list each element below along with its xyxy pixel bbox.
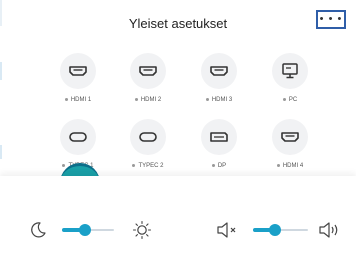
source-label: TYPEC 2	[113, 163, 183, 169]
monitor-icon	[272, 53, 308, 89]
edge-rule	[0, 62, 2, 80]
source-label: HDMI 4	[255, 163, 325, 169]
general-settings-panel: Yleiset asetukset • • • HDMI 1 HDMI 2 HD…	[0, 0, 356, 257]
source-typec-2[interactable]: TYPEC 2	[113, 119, 183, 171]
source-hdmi-3[interactable]: HDMI 3	[184, 53, 254, 105]
edge-rule	[0, 145, 2, 159]
hdmi-icon	[272, 119, 308, 155]
volume-slider[interactable]	[253, 224, 308, 236]
speaker-mute-icon[interactable]	[216, 220, 240, 240]
source-hdmi-1[interactable]: HDMI 1	[43, 53, 113, 105]
quick-controls-bar	[0, 176, 356, 257]
source-label: HDMI 3	[184, 97, 254, 103]
source-dp[interactable]: DP	[184, 119, 254, 171]
sun-icon[interactable]	[131, 219, 153, 241]
brightness-slider[interactable]	[62, 224, 114, 236]
moon-icon[interactable]	[28, 220, 48, 240]
speaker-loud-icon[interactable]	[318, 220, 342, 240]
app-icon-partial[interactable]	[60, 163, 100, 177]
slider-thumb[interactable]	[269, 224, 281, 236]
hdmi-icon	[201, 53, 237, 89]
hdmi-icon	[60, 53, 96, 89]
source-label: HDMI 2	[113, 97, 183, 103]
usb-c-icon	[60, 119, 96, 155]
source-pc[interactable]: PC	[255, 53, 325, 105]
source-label: DP	[184, 163, 254, 169]
usb-c-icon	[130, 119, 166, 155]
source-hdmi-4[interactable]: HDMI 4	[255, 119, 325, 171]
dialog-title: Yleiset asetukset	[128, 16, 228, 31]
slider-thumb[interactable]	[79, 224, 92, 236]
displayport-icon	[201, 119, 237, 155]
more-options-button[interactable]: • • •	[316, 10, 346, 29]
source-label: PC	[255, 97, 325, 103]
source-hdmi-2[interactable]: HDMI 2	[113, 53, 183, 105]
source-label: HDMI 1	[43, 97, 113, 103]
hdmi-icon	[130, 53, 166, 89]
